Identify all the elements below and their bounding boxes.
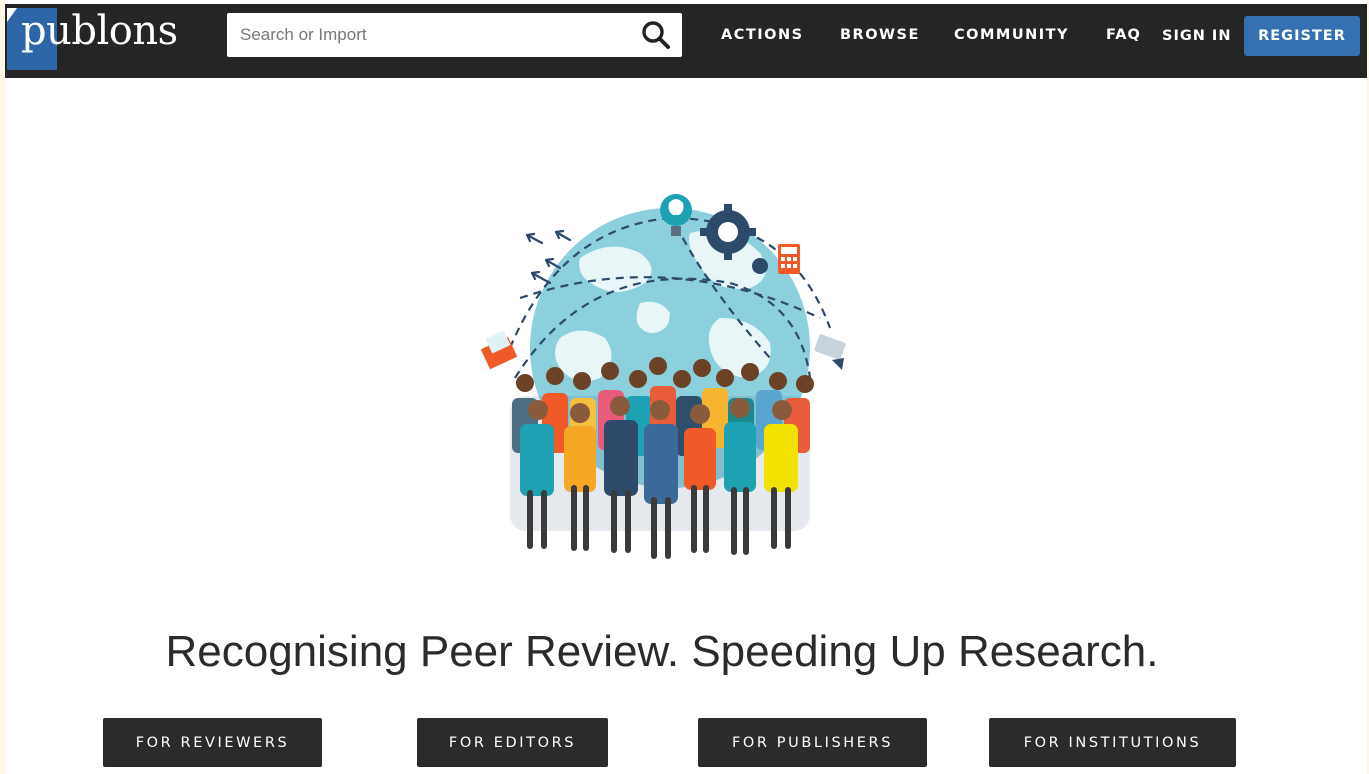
hero-headline: Recognising Peer Review. Speeding Up Res… [165,627,1159,676]
top-navbar: publons ACTIONS BROWSE COMMUNITY FAQ SIG… [5,4,1367,78]
search-button[interactable] [640,19,672,51]
hero-illustration [480,194,846,559]
logo-corner [7,8,17,22]
nav-sign-in[interactable]: SIGN IN [1162,28,1231,44]
nav-browse[interactable]: BROWSE [840,27,920,43]
register-button[interactable]: REGISTER [1244,16,1360,56]
calculator-icon [778,244,800,274]
publons-logo[interactable]: publons [5,4,205,70]
search-bar [227,13,682,57]
envelope-icon [480,330,518,370]
nav-actions[interactable]: ACTIONS [721,27,804,43]
page: publons ACTIONS BROWSE COMMUNITY FAQ SIG… [0,0,1369,774]
logo-text: publons [21,8,178,54]
for-reviewers-button[interactable]: FOR REVIEWERS [103,718,322,767]
for-editors-button[interactable]: FOR EDITORS [417,718,608,767]
nav-faq[interactable]: FAQ [1106,27,1141,43]
search-icon [642,21,670,49]
for-institutions-button[interactable]: FOR INSTITUTIONS [989,718,1236,767]
search-input[interactable] [227,13,627,57]
nav-community[interactable]: COMMUNITY [954,27,1069,43]
for-publishers-button[interactable]: FOR PUBLISHERS [698,718,927,767]
chat-icon [814,334,846,370]
